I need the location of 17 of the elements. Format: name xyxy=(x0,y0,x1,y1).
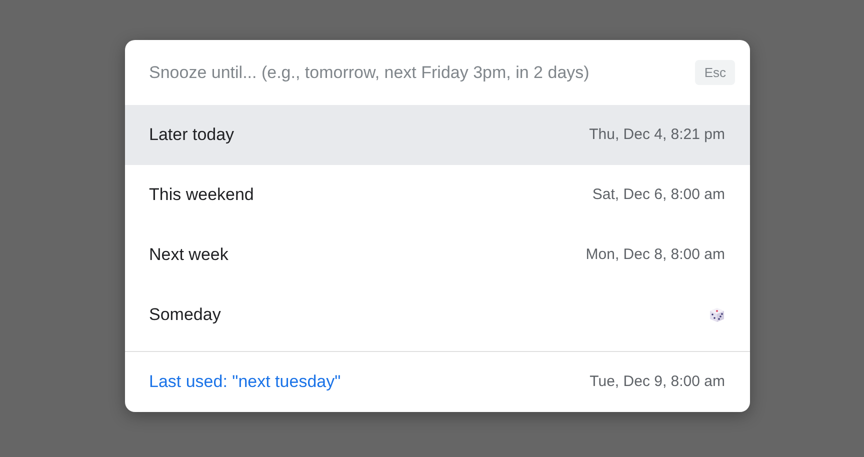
snooze-option[interactable]: This weekend Sat, Dec 6, 8:00 am xyxy=(125,165,750,225)
snooze-time: Thu, Dec 4, 8:21 pm xyxy=(589,124,725,145)
snooze-option[interactable]: Next week Mon, Dec 8, 8:00 am xyxy=(125,225,750,285)
snooze-option[interactable]: Last used: "next tuesday" Tue, Dec 9, 8:00 am xyxy=(125,352,750,412)
esc-key-hint: Esc xyxy=(695,60,735,86)
dice-icon xyxy=(709,307,725,323)
snooze-option[interactable]: Later today Thu, Dec 4, 8:21 pm xyxy=(125,105,750,165)
snooze-input-field[interactable]: Snooze until... (e.g., tomorrow, next Friday 3pm, in 2 days) xyxy=(149,60,680,86)
option-label: Next week xyxy=(149,244,228,266)
option-label: Later today xyxy=(149,124,234,146)
snooze-option[interactable]: Someday xyxy=(125,285,750,345)
option-label: Last used: "next tuesday" xyxy=(149,371,341,394)
option-label: This weekend xyxy=(149,184,254,206)
snooze-time: Tue, Dec 9, 8:00 am xyxy=(590,372,725,392)
snooze-time: Sat, Dec 6, 8:00 am xyxy=(592,184,725,205)
option-label: Someday xyxy=(149,304,221,326)
snooze-time: Mon, Dec 8, 8:00 am xyxy=(586,244,725,265)
